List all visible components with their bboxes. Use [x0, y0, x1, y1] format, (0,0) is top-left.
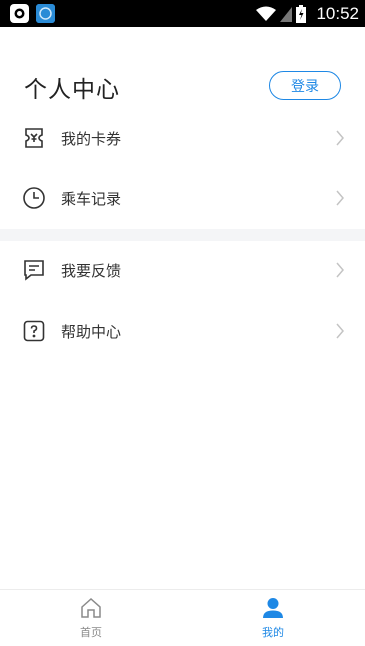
signal-icon: [280, 6, 293, 22]
home-icon: [81, 597, 101, 618]
tab-mine[interactable]: 我的: [243, 590, 303, 646]
menu-item-feedback[interactable]: 我要反馈: [0, 240, 365, 300]
profile-header: 个人中心 登录: [0, 27, 365, 111]
status-icons: 10:52: [256, 0, 359, 27]
menu-item-label: 我的卡券: [61, 129, 122, 148]
status-bar: 10:52: [0, 0, 365, 27]
tab-mine-label: 我的: [262, 626, 284, 639]
feedback-icon: [24, 260, 44, 281]
help-icon: [23, 320, 45, 342]
battery-icon: [296, 4, 307, 23]
tab-home[interactable]: 首页: [61, 590, 121, 646]
menu-item-label: 帮助中心: [61, 322, 122, 341]
chevron-right-icon: [336, 130, 344, 146]
status-time: 10:52: [316, 3, 359, 23]
app-notification-icon: [36, 4, 55, 23]
menu-item-coupons[interactable]: 我的卡券: [0, 108, 365, 168]
menu-item-ride-history[interactable]: 乘车记录: [0, 168, 365, 228]
tab-home-label: 首页: [80, 626, 102, 639]
ticket-icon: [25, 128, 43, 148]
menu-item-label: 乘车记录: [61, 189, 122, 208]
user-icon: [263, 598, 283, 618]
chevron-right-icon: [336, 262, 344, 278]
notification-app-icon: [10, 4, 29, 23]
login-button[interactable]: 登录: [269, 71, 341, 100]
chevron-right-icon: [336, 323, 344, 339]
menu-item-help-center[interactable]: 帮助中心: [0, 301, 365, 361]
menu-item-label: 我要反馈: [61, 261, 122, 280]
bottom-tab-bar: 首页 我的: [0, 589, 365, 645]
clock-icon: [23, 187, 45, 209]
chevron-right-icon: [336, 190, 344, 206]
page-title: 个人中心: [24, 77, 120, 103]
wifi-icon: [256, 6, 277, 21]
